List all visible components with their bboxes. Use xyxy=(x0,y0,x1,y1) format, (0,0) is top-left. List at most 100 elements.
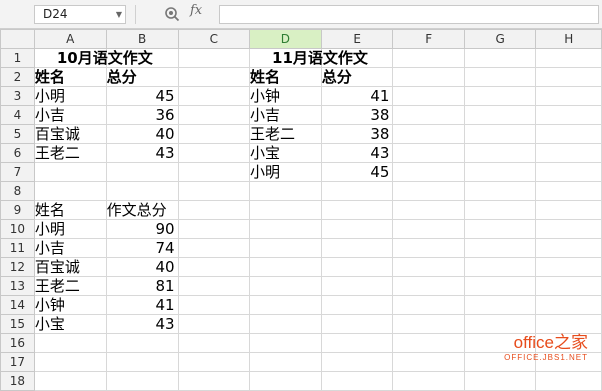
cell-a3[interactable]: 小明 xyxy=(33,86,107,106)
cell-d10[interactable] xyxy=(249,219,322,239)
cell-c1[interactable] xyxy=(177,48,251,68)
cell-f7[interactable] xyxy=(392,162,465,182)
cell-d17[interactable] xyxy=(249,352,322,372)
row-header[interactable]: 10 xyxy=(0,219,35,239)
cell-g7[interactable] xyxy=(463,162,537,182)
cell-e11[interactable] xyxy=(320,238,394,258)
cell-f13[interactable] xyxy=(392,276,465,296)
row-header[interactable]: 5 xyxy=(0,124,35,144)
cell-b6[interactable]: 43 xyxy=(105,143,179,163)
row-header[interactable]: 12 xyxy=(0,257,35,277)
cell-g18[interactable] xyxy=(463,371,537,391)
cell-c5[interactable] xyxy=(177,124,251,144)
cell-a1[interactable]: 10月语文作文 xyxy=(33,48,153,68)
cell-c12[interactable] xyxy=(177,257,251,277)
cell-d18[interactable] xyxy=(249,371,322,391)
cell-f6[interactable] xyxy=(392,143,465,163)
cell-g1[interactable] xyxy=(463,48,537,68)
row-header[interactable]: 3 xyxy=(0,86,35,106)
column-header-d[interactable]: D xyxy=(249,29,322,49)
cell-g3[interactable] xyxy=(463,86,537,106)
row-header[interactable]: 14 xyxy=(0,295,35,315)
cell-d14[interactable] xyxy=(249,295,322,315)
cell-a12[interactable]: 百宝诚 xyxy=(33,257,107,277)
cell-f12[interactable] xyxy=(392,257,465,277)
cell-d5[interactable]: 王老二 xyxy=(249,124,322,144)
cell-e10[interactable] xyxy=(320,219,394,239)
row-header[interactable]: 18 xyxy=(0,371,35,391)
cell-g6[interactable] xyxy=(463,143,537,163)
cell-a7[interactable] xyxy=(33,162,107,182)
cell-g8[interactable] xyxy=(463,181,537,201)
cell-f14[interactable] xyxy=(392,295,465,315)
cell-a5[interactable]: 百宝诚 xyxy=(33,124,107,144)
cell-h3[interactable] xyxy=(535,86,602,106)
cell-g12[interactable] xyxy=(463,257,537,277)
name-box[interactable]: D24 ▼ xyxy=(34,5,126,24)
cell-g14[interactable] xyxy=(463,295,537,315)
cell-h5[interactable] xyxy=(535,124,602,144)
cell-d12[interactable] xyxy=(249,257,322,277)
cell-b9[interactable]: 作文总分 xyxy=(105,200,179,220)
cell-g11[interactable] xyxy=(463,238,537,258)
cell-b17[interactable] xyxy=(105,352,179,372)
cell-g10[interactable] xyxy=(463,219,537,239)
cell-c15[interactable] xyxy=(177,314,251,334)
cell-d6[interactable]: 小宝 xyxy=(249,143,322,163)
cell-a6[interactable]: 王老二 xyxy=(33,143,107,163)
cell-f16[interactable] xyxy=(392,333,465,353)
cell-f3[interactable] xyxy=(392,86,465,106)
row-header[interactable]: 7 xyxy=(0,162,35,182)
column-header-e[interactable]: E xyxy=(320,29,394,49)
cell-c3[interactable] xyxy=(177,86,251,106)
cell-b7[interactable] xyxy=(105,162,179,182)
cell-a16[interactable] xyxy=(33,333,107,353)
cell-a9[interactable]: 姓名 xyxy=(33,200,107,220)
row-header[interactable]: 13 xyxy=(0,276,35,296)
cell-a14[interactable]: 小钟 xyxy=(33,295,107,315)
row-header[interactable]: 8 xyxy=(0,181,35,201)
column-header-b[interactable]: B xyxy=(105,29,179,49)
cell-b14[interactable]: 41 xyxy=(105,295,179,315)
cell-h4[interactable] xyxy=(535,105,602,125)
cell-a18[interactable] xyxy=(33,371,107,391)
cell-f10[interactable] xyxy=(392,219,465,239)
cell-h18[interactable] xyxy=(535,371,602,391)
cell-e9[interactable] xyxy=(320,200,394,220)
select-all-corner[interactable] xyxy=(0,29,35,49)
cell-c13[interactable] xyxy=(177,276,251,296)
cell-e13[interactable] xyxy=(320,276,394,296)
cell-h10[interactable] xyxy=(535,219,602,239)
row-header[interactable]: 15 xyxy=(0,314,35,334)
cell-g2[interactable] xyxy=(463,67,537,87)
cell-c11[interactable] xyxy=(177,238,251,258)
cell-b11[interactable]: 74 xyxy=(105,238,179,258)
cell-d8[interactable] xyxy=(249,181,322,201)
cell-b4[interactable]: 36 xyxy=(105,105,179,125)
cell-c9[interactable] xyxy=(177,200,251,220)
cell-h7[interactable] xyxy=(535,162,602,182)
cell-e15[interactable] xyxy=(320,314,394,334)
cell-c14[interactable] xyxy=(177,295,251,315)
cell-c8[interactable] xyxy=(177,181,251,201)
cell-b5[interactable]: 40 xyxy=(105,124,179,144)
cell-f2[interactable] xyxy=(392,67,465,87)
column-header-a[interactable]: A xyxy=(33,29,107,49)
row-header[interactable]: 16 xyxy=(0,333,35,353)
column-header-g[interactable]: G xyxy=(463,29,537,49)
cell-h13[interactable] xyxy=(535,276,602,296)
cell-h14[interactable] xyxy=(535,295,602,315)
cell-g9[interactable] xyxy=(463,200,537,220)
cell-h12[interactable] xyxy=(535,257,602,277)
cell-e16[interactable] xyxy=(320,333,394,353)
cell-c6[interactable] xyxy=(177,143,251,163)
cell-f4[interactable] xyxy=(392,105,465,125)
cell-d3[interactable]: 小钟 xyxy=(249,86,322,106)
cell-f5[interactable] xyxy=(392,124,465,144)
cell-f11[interactable] xyxy=(392,238,465,258)
cell-a11[interactable]: 小吉 xyxy=(33,238,107,258)
cell-g4[interactable] xyxy=(463,105,537,125)
cell-e4[interactable]: 38 xyxy=(320,105,394,125)
row-header[interactable]: 6 xyxy=(0,143,35,163)
cell-a10[interactable]: 小明 xyxy=(33,219,107,239)
